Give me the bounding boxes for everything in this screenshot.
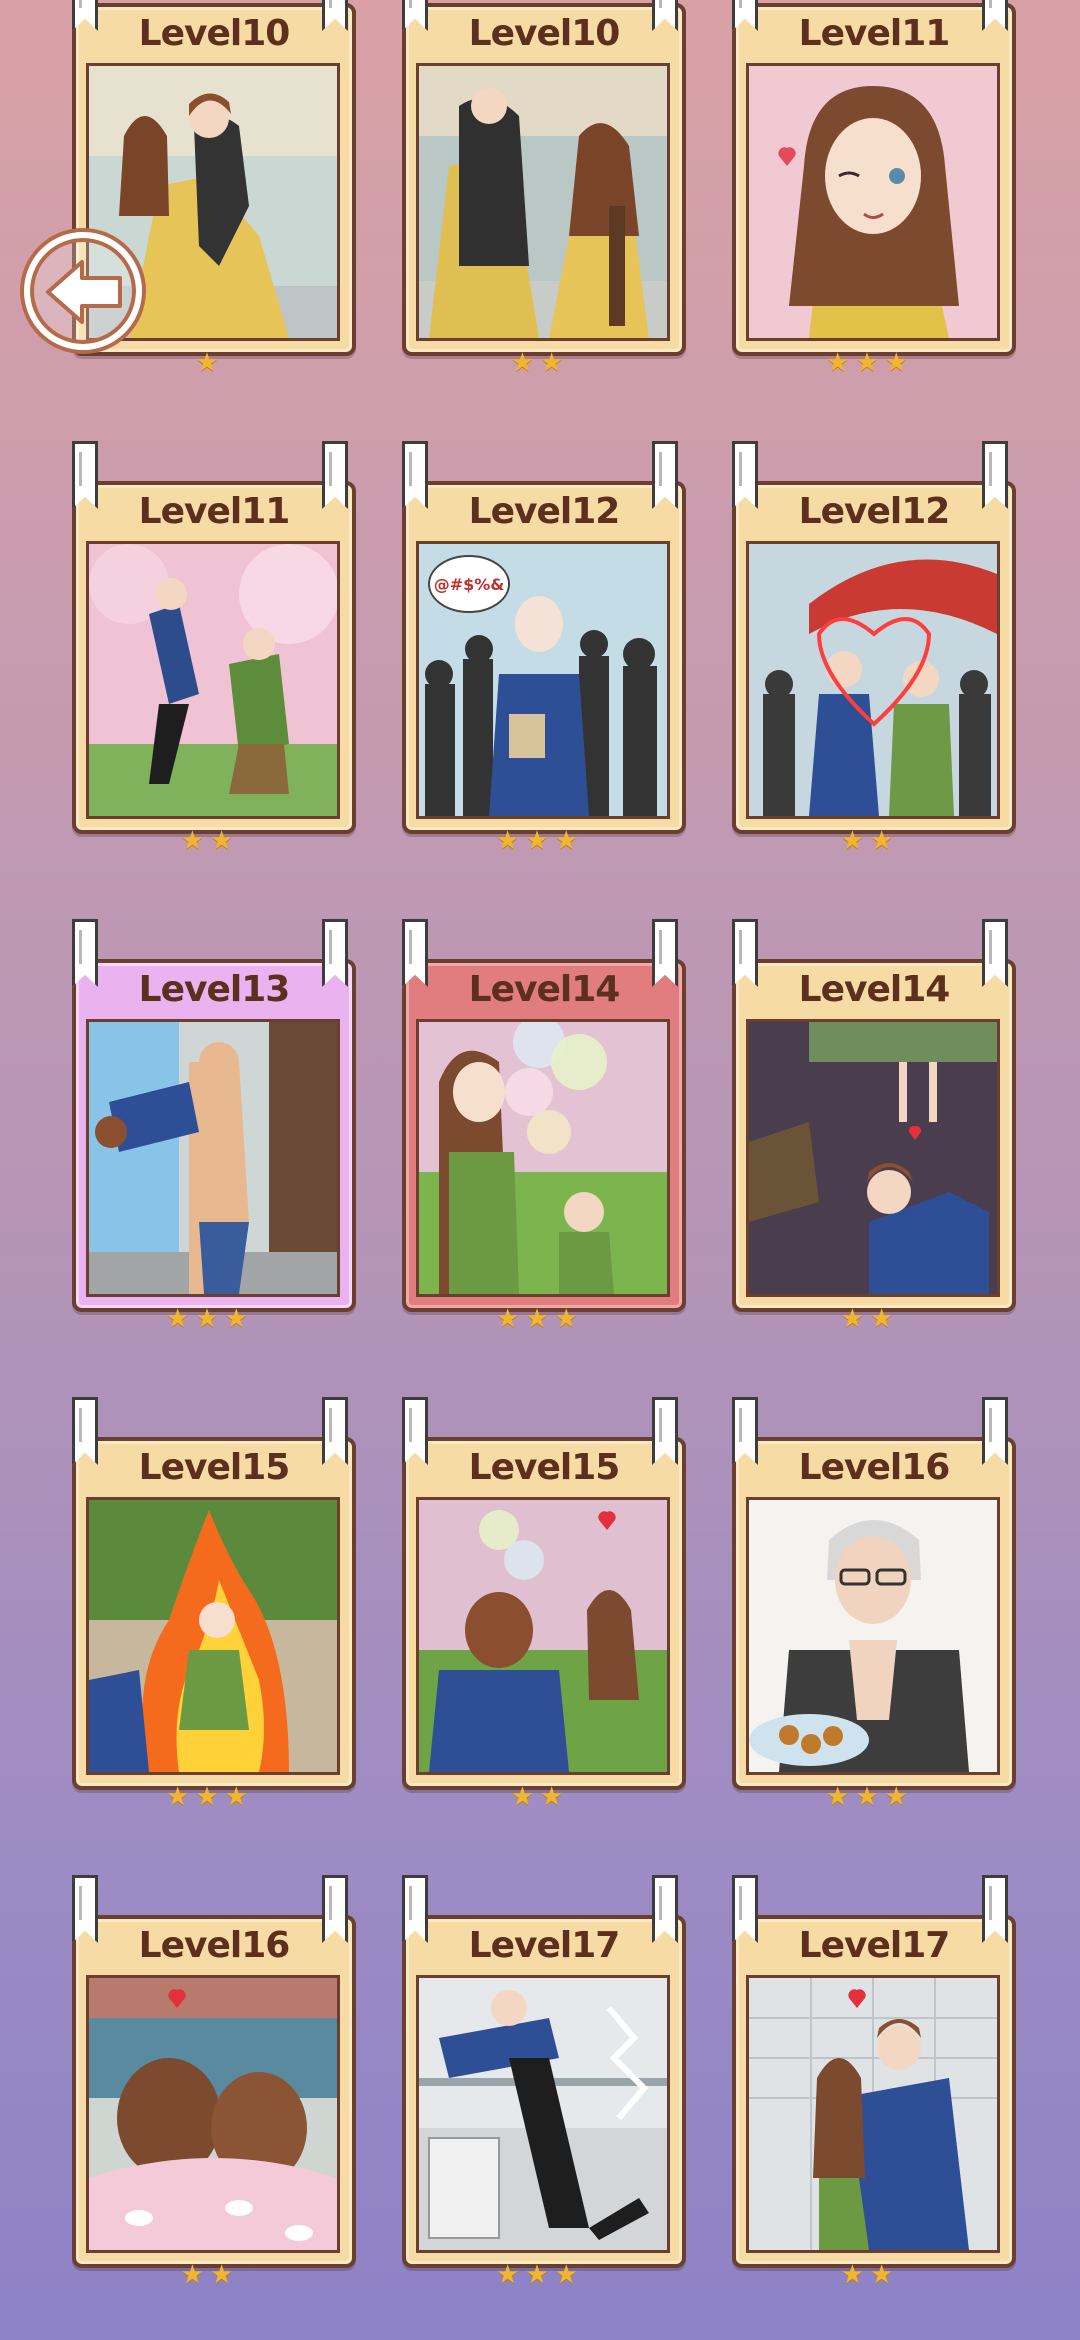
level-title: Level17 [798, 1925, 951, 1966]
level-title: Level14 [798, 969, 951, 1010]
level-title: Level16 [138, 1925, 291, 1966]
card-frame: Level15 [72, 1437, 356, 1790]
level-title: Level10 [138, 13, 291, 54]
level-title: Level17 [468, 1925, 621, 1966]
card-frame: Level12 @#$%& [402, 481, 686, 834]
level-card[interactable]: Level12 @#$%& ★★★ [402, 441, 686, 856]
card-frame: Level16 [732, 1437, 1016, 1790]
star-rating: ★★★ [496, 2260, 584, 2290]
star-rating: ★★ [180, 2260, 240, 2290]
level-title: Level10 [468, 13, 621, 54]
card-frame: Level13 [72, 959, 356, 1312]
card-frame: Level10 [402, 3, 686, 356]
star-rating: ★★ [510, 348, 570, 378]
card-frame: Level11 [72, 481, 356, 834]
level-title: Level15 [138, 1447, 291, 1488]
star-rating: ★★★ [826, 348, 914, 378]
star-rating: ★★ [840, 2260, 900, 2290]
level-thumbnail [746, 1019, 1000, 1297]
level-card[interactable]: Level13 ★★★ [72, 919, 356, 1334]
level-thumbnail [746, 1975, 1000, 2253]
level-card[interactable]: Level17 ★★ [732, 1875, 1016, 2290]
card-frame: Level14 [732, 959, 1016, 1312]
level-card[interactable]: Level14 ★★★ [402, 919, 686, 1334]
level-card[interactable]: Level16 ★★ [72, 1875, 356, 2290]
level-title: Level11 [138, 491, 291, 532]
level-thumbnail [416, 1497, 670, 1775]
level-card[interactable]: Level11 ★★★ [732, 0, 1016, 378]
star-rating: ★★★ [496, 826, 584, 856]
level-thumbnail: @#$%& [416, 541, 670, 819]
level-thumbnail [746, 541, 1000, 819]
star-rating: ★★ [180, 826, 240, 856]
level-thumbnail [746, 63, 1000, 341]
level-title: Level14 [468, 969, 621, 1010]
level-card[interactable]: Level10 ★★ [402, 0, 686, 378]
level-thumbnail [416, 1975, 670, 2253]
back-arrow-icon [46, 260, 122, 324]
level-thumbnail [86, 1497, 340, 1775]
level-card[interactable]: Level15 ★★★ [72, 1397, 356, 1812]
level-thumbnail [86, 1975, 340, 2253]
level-thumbnail [416, 1019, 670, 1297]
star-rating: ★ [195, 348, 225, 378]
speech-bubble-text: @#$%& [434, 575, 505, 594]
star-rating: ★★★ [826, 1782, 914, 1812]
level-card[interactable]: Level15 ★★ [402, 1397, 686, 1812]
card-frame: Level11 [732, 3, 1016, 356]
back-button[interactable] [24, 232, 142, 350]
level-card[interactable]: Level11 ★★ [72, 441, 356, 856]
level-title: Level12 [468, 491, 621, 532]
star-rating: ★★ [840, 826, 900, 856]
level-thumbnail [86, 541, 340, 819]
level-title: Level13 [138, 969, 291, 1010]
card-frame: Level17 [402, 1915, 686, 2268]
star-rating: ★★ [840, 1304, 900, 1334]
level-title: Level15 [468, 1447, 621, 1488]
level-thumbnail [416, 63, 670, 341]
level-card[interactable]: Level16 ★★★ [732, 1397, 1016, 1812]
level-title: Level16 [798, 1447, 951, 1488]
card-frame: Level16 [72, 1915, 356, 2268]
star-rating: ★★ [510, 1782, 570, 1812]
level-card[interactable]: Level17 ★★★ [402, 1875, 686, 2290]
level-card[interactable]: Level12 ★★ [732, 441, 1016, 856]
level-thumbnail [746, 1497, 1000, 1775]
card-frame: Level12 [732, 481, 1016, 834]
card-frame: Level17 [732, 1915, 1016, 2268]
star-rating: ★★★ [166, 1782, 254, 1812]
level-card[interactable]: Level14 ★★ [732, 919, 1016, 1334]
card-frame: Level15 [402, 1437, 686, 1790]
card-frame: Level14 [402, 959, 686, 1312]
star-rating: ★★★ [166, 1304, 254, 1334]
level-title: Level12 [798, 491, 951, 532]
star-rating: ★★★ [496, 1304, 584, 1334]
level-title: Level11 [798, 13, 951, 54]
level-thumbnail [86, 1019, 340, 1297]
